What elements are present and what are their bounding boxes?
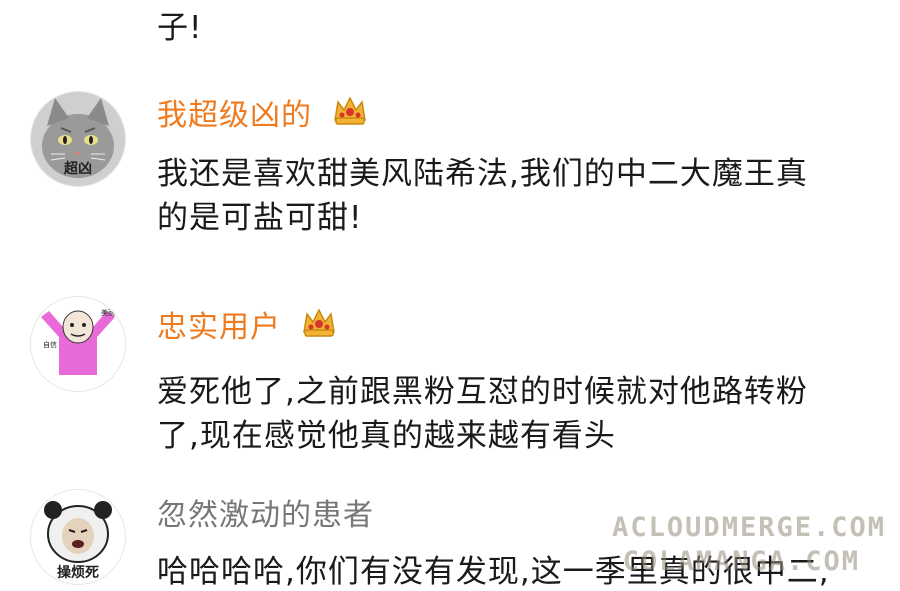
avatar[interactable]: 操烦死	[30, 489, 126, 585]
comment-text-line: 的是可盐可甜!	[157, 200, 363, 236]
partial-comment-text: 子!	[157, 10, 203, 46]
meme-avatar-image: 自信 美丽	[31, 297, 125, 391]
avatar[interactable]: 自信 美丽	[30, 296, 126, 392]
username-label: 忠实用户	[157, 310, 281, 345]
avatar[interactable]: 超凶	[30, 91, 126, 187]
avatar-caption: 超凶	[64, 161, 92, 177]
crown-icon	[301, 306, 337, 346]
watermark: COLAMANGA.COM	[622, 546, 860, 577]
comment-text-line: 了,现在感觉他真的越来越有看头	[157, 418, 616, 454]
svg-text:美丽: 美丽	[101, 308, 115, 317]
crown-icon	[332, 94, 368, 134]
comment-text-line: 我还是喜欢甜美风陆希法,我们的中二大魔王真	[157, 156, 808, 192]
username-label: 我超级凶的	[157, 98, 312, 133]
username[interactable]: 忠实用户	[157, 302, 337, 346]
watermark: ACLOUDMERGE.COM	[612, 512, 886, 543]
avatar-caption: 操烦死	[57, 565, 99, 581]
username[interactable]: 忽然激动的患者	[157, 490, 374, 534]
username-label: 忽然激动的患者	[157, 498, 374, 533]
svg-text:自信: 自信	[43, 340, 57, 349]
comment-text-line: 爱死他了,之前跟黑粉互怼的时候就对他路转粉	[157, 374, 808, 410]
username[interactable]: 我超级凶的	[157, 90, 368, 134]
